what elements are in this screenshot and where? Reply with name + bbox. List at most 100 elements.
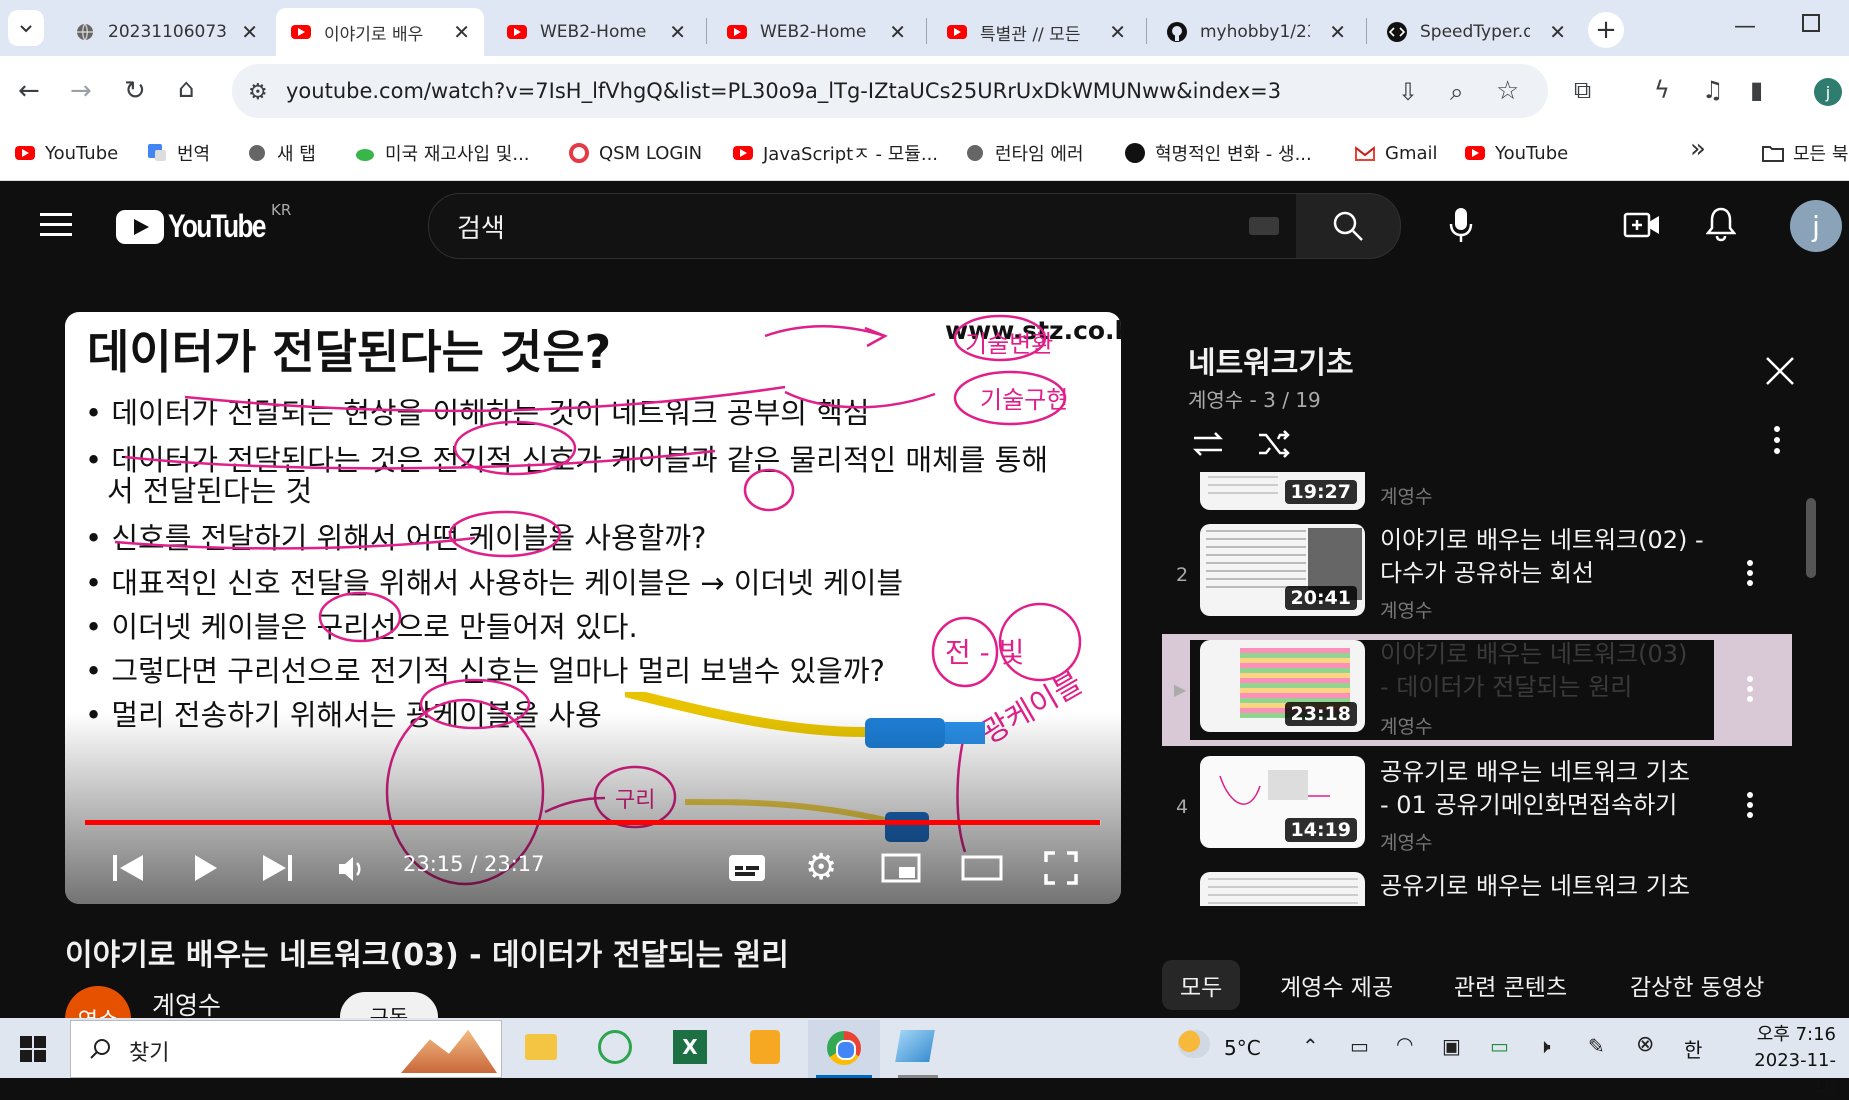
back-arrow-icon[interactable]: ← (18, 76, 40, 106)
taskbar-clock[interactable]: 오후 7:16 2023-11-10 (1732, 1022, 1836, 1100)
video-title-line[interactable]: 다수가 공유하는 회선 (1380, 557, 1594, 590)
previous-icon[interactable] (111, 852, 145, 884)
subtitles-icon[interactable] (727, 852, 767, 884)
zoom-icon[interactable]: ⌕ (1450, 78, 1463, 106)
bookmark-translate[interactable]: 번역 (146, 136, 210, 170)
playlist-scrollbar[interactable] (1806, 498, 1816, 578)
bookmark-new-tab[interactable]: 새 탭 (246, 136, 316, 170)
notepad-app-icon[interactable] (895, 1030, 935, 1062)
volume-icon[interactable] (337, 855, 367, 883)
side-panel-icon[interactable]: ▮ (1750, 76, 1763, 104)
site-settings-icon[interactable]: ⚙ (248, 80, 268, 105)
keyboard-icon[interactable] (1249, 217, 1279, 235)
excel-icon[interactable]: X (673, 1030, 707, 1064)
file-explorer-icon[interactable] (525, 1034, 557, 1060)
video-thumbnail[interactable]: 19:27 (1200, 472, 1365, 510)
video-thumbnail[interactable]: 20:41 (1200, 524, 1365, 616)
bookmark-revolution[interactable]: 혁명적인 변화 - 생... (1124, 136, 1312, 170)
avatar[interactable]: j (1790, 200, 1842, 252)
search-input[interactable]: 검색 (428, 193, 1298, 259)
close-icon[interactable] (1764, 355, 1796, 387)
bookmark-youtube[interactable]: YouTube (14, 136, 118, 170)
pen-icon[interactable]: ✎ (1588, 1034, 1605, 1058)
video-title-line[interactable]: 공유기로 배우는 네트워크 기초 (1380, 756, 1690, 789)
close-icon[interactable]: ✕ (1109, 20, 1126, 44)
chrome-icon[interactable] (808, 1020, 880, 1078)
voice-search-button[interactable] (1446, 204, 1476, 246)
extensions-icon[interactable]: ⧉ (1574, 76, 1591, 104)
memo-app-icon[interactable] (750, 1030, 780, 1064)
video-thumbnail[interactable]: 14:19 (1200, 756, 1365, 848)
youtube-logo[interactable]: YouTube (116, 208, 286, 245)
url-text[interactable]: youtube.com/watch?v=7IsH_lfVhgQ&list=PL3… (286, 79, 1281, 103)
more-vert-icon[interactable] (1747, 792, 1753, 818)
notifications-button[interactable] (1705, 206, 1737, 246)
tab-6[interactable]: myhobby1/23 ✕ (1152, 8, 1360, 56)
bookmark-star-icon[interactable]: ☆ (1496, 76, 1519, 106)
forward-arrow-icon[interactable]: → (70, 76, 92, 106)
search-button[interactable] (1296, 193, 1401, 259)
theater-mode-icon[interactable] (961, 854, 1003, 882)
display-icon[interactable]: ▣ (1442, 1034, 1461, 1058)
progress-bar[interactable] (85, 820, 1101, 825)
miniplayer-icon[interactable] (881, 852, 921, 884)
playlist-owner[interactable]: 계영수 (1188, 388, 1243, 412)
playlist-title[interactable]: 네트워크기초 (1188, 338, 1354, 382)
new-tab-button[interactable]: + (1588, 12, 1624, 48)
bookmark-stock[interactable]: 미국 재고사입 및... (354, 136, 530, 170)
create-button[interactable] (1623, 210, 1661, 244)
restore-button[interactable] (1802, 14, 1820, 32)
settings-gear-icon[interactable]: ⚙ (805, 847, 837, 888)
tab-1[interactable]: 20231106073 ✕ (60, 8, 272, 56)
chip-all[interactable]: 모두 (1162, 960, 1241, 1010)
more-vert-icon[interactable] (1747, 560, 1753, 586)
close-icon[interactable]: ✕ (453, 20, 470, 44)
close-icon[interactable]: ✕ (889, 20, 906, 44)
close-icon[interactable]: ✕ (1549, 20, 1566, 44)
chip-channel[interactable]: 계영수 제공 (1262, 960, 1411, 1010)
bookmark-gmail[interactable]: Gmail (1354, 136, 1438, 170)
video-title-line[interactable]: 이야기로 배우는 네트워크(03) (1380, 638, 1687, 671)
performance-icon[interactable]: ϟ (1654, 76, 1670, 104)
close-icon[interactable]: ✕ (241, 20, 258, 44)
taskbar-search-input[interactable]: 찾기 (70, 1020, 502, 1078)
tab-7[interactable]: SpeedTyper.d ✕ (1372, 8, 1580, 56)
minimize-button[interactable]: — (1734, 14, 1756, 39)
video-title-line[interactable]: 이야기로 배우는 네트워크(02) - (1380, 524, 1704, 557)
next-icon[interactable] (261, 852, 295, 884)
device-icon[interactable]: ▭ (1350, 1034, 1369, 1058)
all-bookmarks[interactable]: 모든 북 (1762, 136, 1848, 170)
bookmark-qsm[interactable]: QSM LOGIN (568, 136, 702, 170)
tab-2-active[interactable]: 이야기로 배우 ✕ (276, 8, 484, 56)
menu-icon[interactable] (40, 213, 72, 237)
wifi-icon[interactable]: ◠ (1396, 1032, 1413, 1056)
tab-4[interactable]: WEB2-Home ✕ (712, 8, 920, 56)
video-thumbnail[interactable] (1200, 872, 1365, 906)
chip-related[interactable]: 관련 콘텐츠 (1436, 960, 1585, 1010)
video-title-line[interactable]: 공유기로 배우는 네트워크 기초 (1380, 870, 1690, 903)
channel-name[interactable]: 계영수 (152, 986, 221, 1022)
chevron-double-right-icon[interactable]: » (1690, 134, 1706, 164)
media-control-icon[interactable]: ♫ (1702, 76, 1724, 104)
video-player[interactable]: 데이터가 전달된다는 것은? www.stz.co.kr • 데이터가 전달되는… (65, 312, 1121, 904)
tab-5[interactable]: 특별관 // 모든 ✕ (932, 8, 1140, 56)
battery-icon[interactable]: ▭ (1490, 1034, 1509, 1058)
loop-icon[interactable] (1190, 428, 1226, 460)
bookmark-runtime-error[interactable]: 런타임 에러 (964, 136, 1084, 170)
ime-indicator[interactable]: 한 (1684, 1034, 1702, 1063)
tab-3[interactable]: WEB2-Home ✕ (492, 8, 700, 56)
tab-search-button[interactable] (8, 10, 44, 46)
close-icon[interactable]: ✕ (1329, 20, 1346, 44)
play-icon[interactable] (191, 852, 221, 884)
more-vert-icon[interactable] (1774, 426, 1780, 454)
video-title-line[interactable]: - 01 공유기메인화면접속하기 (1380, 789, 1677, 822)
video-thumbnail[interactable]: 23:18 (1200, 640, 1365, 732)
fullscreen-icon[interactable] (1043, 850, 1079, 886)
more-vert-icon[interactable] (1747, 676, 1753, 702)
weather-icon[interactable] (1178, 1030, 1210, 1058)
chevron-up-icon[interactable]: ⌃ (1302, 1034, 1319, 1058)
bookmark-javascript[interactable]: JavaScriptㅈ - 모듈... (732, 136, 938, 170)
shuffle-icon[interactable] (1256, 428, 1292, 460)
video-title-line[interactable]: - 데이터가 전달되는 원리 (1380, 671, 1632, 704)
weather-temperature[interactable]: 5°C (1224, 1036, 1261, 1060)
